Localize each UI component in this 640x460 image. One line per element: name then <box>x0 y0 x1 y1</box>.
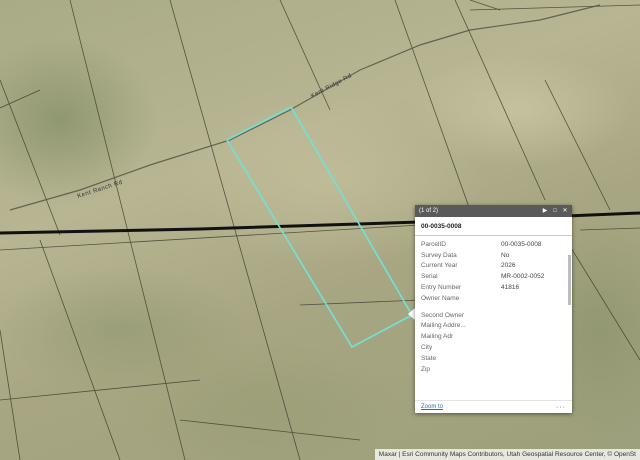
maximize-icon[interactable]: □ <box>552 208 558 214</box>
popup-title: 00-0035-0008 <box>415 217 572 236</box>
attribute-row: State <box>415 353 572 364</box>
feature-counter: (1 of 2) <box>419 208 439 214</box>
attribute-value: No <box>501 251 510 259</box>
popup-footer: Zoom to ··· <box>415 400 572 413</box>
attribute-row: Mailing Adr <box>415 331 572 342</box>
attribute-row: Serial MR-0002-0052 <box>415 271 572 282</box>
play-icon[interactable]: ▶ <box>542 208 548 214</box>
popup-scrollbar[interactable] <box>568 255 571 305</box>
close-icon[interactable]: ✕ <box>562 208 568 214</box>
attribute-label: ParcelID <box>421 240 446 248</box>
attribute-row: Current Year 2026 <box>415 261 572 272</box>
attribute-label: State <box>421 354 437 362</box>
attribute-value: 00-0035-0008 <box>501 240 542 248</box>
zoom-to-link[interactable]: Zoom to <box>421 404 443 410</box>
attribute-label: Entry Number <box>421 284 462 292</box>
attribute-label: Serial <box>421 273 438 281</box>
attribute-row: ParcelID 00-0035-0008 <box>415 239 572 250</box>
road-label: Kent Ridge Rd <box>310 73 353 100</box>
attribute-label: Mailing Adr <box>421 333 454 341</box>
roads <box>9 4 601 211</box>
attribute-label: Second Owner <box>421 311 464 319</box>
attribute-row: City <box>415 342 572 353</box>
attribute-table: ParcelID 00-0035-0008 Survey Data No Curre… <box>415 236 572 375</box>
attribute-value: 41816 <box>501 284 520 292</box>
map-attribution: Maxar | Esri Community Maps Contributors… <box>374 449 640 460</box>
attribute-label: Zip <box>421 365 431 373</box>
attribute-row: Owner Name <box>415 293 572 304</box>
attribute-value: MR-0002-0052 <box>501 273 545 281</box>
attribute-value: 2026 <box>501 262 516 270</box>
popup-pointer <box>408 308 415 320</box>
parcel-popup: (1 of 2) ▶ □ ✕ 00-0035-0008 ParcelID 00-0… <box>415 205 572 413</box>
attribute-label: City <box>421 344 433 352</box>
popup-header: (1 of 2) ▶ □ ✕ <box>415 205 572 217</box>
attribute-label: Survey Data <box>421 251 457 259</box>
attribute-row: Second Owner <box>415 310 572 321</box>
more-options-icon[interactable]: ··· <box>556 404 566 411</box>
attribute-label: Current Year <box>421 262 458 270</box>
attribute-row: Survey Data No <box>415 250 572 261</box>
attribute-row: Zip <box>415 364 572 375</box>
attribute-label: Owner Name <box>421 294 460 302</box>
attribute-row: Entry Number 41816 <box>415 282 572 293</box>
map-view[interactable]: Kent Ranch Rd Kent Ridge Rd (1 of 2) ▶ □… <box>0 0 640 460</box>
attribute-row: Mailing Addre... <box>415 321 572 332</box>
attribute-label: Mailing Addre... <box>421 322 466 330</box>
